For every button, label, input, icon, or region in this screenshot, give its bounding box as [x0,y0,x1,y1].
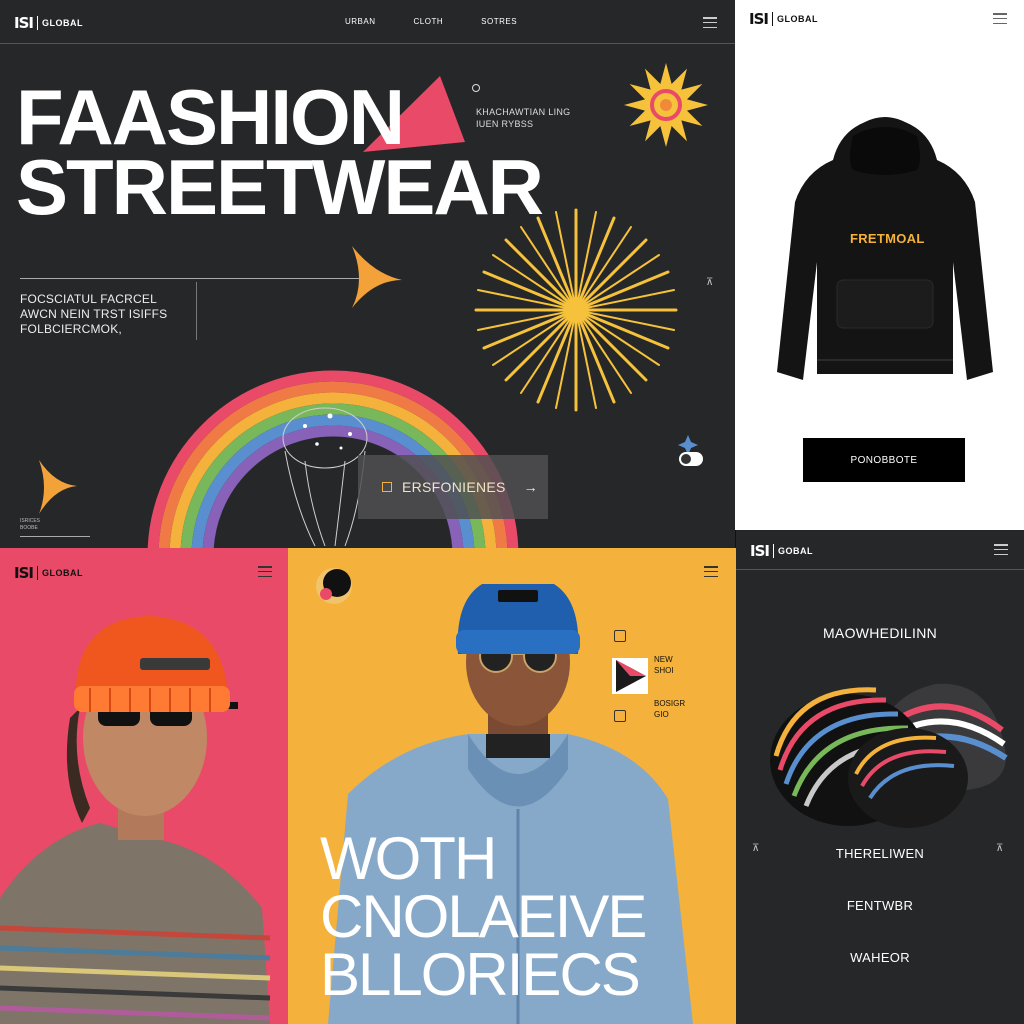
toggle-icon[interactable] [679,452,703,466]
hero-intro: FOCSCIATUL FACRCEL AWCN NEIN TRST ISIFFS… [20,292,167,337]
hero-logo[interactable]: ISI GLOBAL [14,14,83,32]
menu-item-2[interactable]: FENTWBR [736,898,1024,950]
menu-icon[interactable] [703,17,717,28]
cap-image[interactable] [766,666,1010,832]
logo-divider [771,12,773,26]
intro-line3: FOLBCIERCMOK, [20,322,122,336]
hero-nav: URBAN CLOTH SOTRES [345,17,517,26]
logo-mark: ISI [14,564,34,582]
model-photo [0,616,271,1024]
product-button-label: PONOBBOTE [850,454,918,466]
design-tag-line1: BOSIGR [654,699,686,708]
hoodie-print: FRETMOAL [850,231,925,246]
logo-divider [772,544,774,558]
logo-name: GLOBAL [776,14,818,24]
tag-icon[interactable] [614,630,626,642]
logo-name: GLOBAL [41,568,83,578]
scroll-up-icon[interactable]: ⊼ [706,278,713,288]
menu-icon[interactable] [704,566,718,577]
small-circle-icon [472,84,480,92]
logo-divider [36,566,38,580]
intro-line1: FOCSCIATUL FACRCEL [20,292,157,306]
intro-line2: AWCN NEIN TRST ISIFFS [20,307,168,321]
hero-side-note: KHACHAWTIAN LING IUEN RYBSS [476,106,570,130]
accessory-panel: ISI GOBAL MAOWHEDILINN ⊼ ⊼ THERELIWEN FE… [736,530,1024,1024]
menu-icon[interactable] [993,13,1007,24]
menu-icon[interactable] [994,544,1008,555]
menu-item-1[interactable]: THERELIWEN [736,846,1024,898]
hero-panel: ISI GLOBAL URBAN CLOTH SOTRES FAASHION S… [0,0,735,548]
nav-item-urban[interactable]: URBAN [345,17,376,26]
design-tag: BOSIGR GIO [654,698,685,720]
shop-icon[interactable] [614,710,626,722]
logo-name: GOBAL [777,546,813,556]
hoodie-image[interactable] [775,112,995,387]
intro-divider [196,282,197,340]
sun-icon [624,63,708,147]
center-headline-line1: WOTH [320,825,497,892]
explore-button-label: ERSFONIENES [402,479,506,495]
design-tag-line2: GIO [654,710,669,719]
new-tag-line2: SHOI [654,666,674,675]
nav-item-cloth[interactable]: CLOTH [414,17,444,26]
logo-mark: ISI [14,14,34,32]
logo-divider [36,16,38,30]
side-note-line1: KHACHAWTIAN LING [476,107,571,117]
new-tag-line1: NEW [654,655,673,664]
bag-icon [382,482,392,492]
hero-rule [20,278,370,279]
hero-title-line2: STREETWEAR [16,143,544,231]
header-divider [0,43,735,44]
nav-item-stores[interactable]: SOTRES [481,17,517,26]
caption-rule [20,536,90,537]
arrow-icon [352,246,402,308]
logo-mark: ISI [749,10,769,28]
menu-item-3[interactable]: WAHEOR [736,950,1024,1002]
model-center-panel: NEW SHOI BOSIGR GIO WOTH CNOLAEIVE BLLOR… [288,548,736,1024]
header-divider [736,569,1024,570]
menu-icon[interactable] [258,566,272,577]
accessory-logo[interactable]: ISI GOBAL [750,542,813,560]
product-logo[interactable]: ISI GLOBAL [749,10,818,28]
side-note-line2: IUEN RYBSS [476,119,534,129]
product-button[interactable]: PONOBBOTE [803,438,965,482]
play-badge-icon[interactable] [612,658,648,694]
product-panel: ISI GLOBAL FRETMOAL PONOBBOTE [735,0,1024,530]
logo-mark: ISI [750,542,770,560]
new-tag: NEW SHOI [654,654,674,676]
boomerang-icon [39,460,77,514]
center-headline-line2: CNOLAEIVE [320,883,647,950]
model-left-logo[interactable]: ISI GLOBAL [14,564,83,582]
logo-name: GLOBAL [41,18,83,28]
accessory-heading: MAOWHEDILINN [822,625,938,641]
rainbow-graphic [147,370,519,548]
arrow-right-icon: → [523,479,538,495]
explore-button[interactable]: ERSFONIENES → [358,455,548,519]
caption-line2: BOOBE [20,525,38,531]
model-left-panel: ISI GLOBAL [0,548,288,1024]
caption-line1: ISRICES [20,518,41,524]
accessory-menu: THERELIWEN FENTWBR WAHEOR [736,846,1024,1002]
hero-caption: ISRICES BOOBE [20,518,40,532]
center-headline-line3: BLLORIECS [320,941,641,1008]
